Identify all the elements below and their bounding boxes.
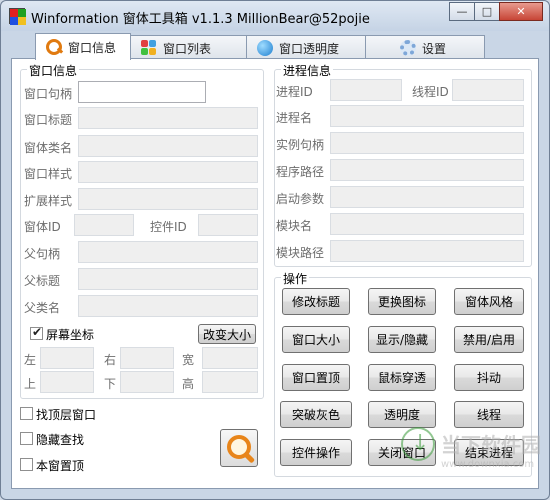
opacity-button[interactable]: 透明度 (368, 401, 436, 428)
tab-label: 窗口透明度 (279, 41, 340, 56)
height-field[interactable] (202, 371, 258, 393)
window-size-button[interactable]: 窗口大小 (282, 326, 350, 353)
tab-label: 窗口信息 (68, 40, 117, 55)
thread-id-label: 线程ID (412, 85, 449, 99)
mouse-through-button[interactable]: 鼠标穿透 (368, 364, 436, 391)
handle-field[interactable] (78, 81, 206, 103)
topmost-label: 本窗置顶 (36, 459, 85, 473)
handle-label: 窗口句柄 (24, 87, 73, 101)
class-name-field[interactable] (78, 135, 258, 157)
app-icon (9, 8, 26, 25)
find-top-window-checkbox[interactable] (20, 407, 33, 420)
parent-handle-label: 父句柄 (24, 247, 61, 261)
change-icon-button[interactable]: 更换图标 (368, 288, 436, 315)
enable-grayed-button[interactable]: 突破灰色 (280, 401, 352, 428)
title-bar[interactable]: Winformation 窗体工具箱 v1.1.3 MillionBear@52… (1, 1, 549, 31)
instance-handle-field[interactable] (330, 132, 524, 154)
startup-args-label: 启动参数 (276, 192, 325, 206)
tab-window-opacity[interactable]: 窗口透明度 (246, 35, 366, 60)
enable-disable-button[interactable]: 禁用/启用 (454, 326, 524, 353)
tab-window-info[interactable]: 窗口信息 (35, 33, 131, 60)
gear-icon (400, 40, 416, 56)
window-style-button[interactable]: 窗体风格 (454, 288, 524, 315)
ex-style-field[interactable] (78, 188, 258, 210)
group-title: 窗口信息 (27, 62, 80, 79)
control-id-field[interactable] (198, 214, 258, 236)
bottom-label: 下 (104, 377, 117, 391)
parent-title-label: 父标题 (24, 274, 61, 288)
window-id-label: 窗体ID (24, 220, 61, 234)
topmost-checkbox[interactable] (20, 458, 33, 471)
right-field[interactable] (120, 347, 174, 369)
caption-label: 窗口标题 (24, 113, 73, 127)
parent-handle-field[interactable] (78, 241, 258, 263)
program-path-field[interactable] (330, 159, 524, 181)
process-id-label: 进程ID (276, 85, 313, 99)
close-window-button[interactable]: 关闭窗口 (368, 439, 436, 466)
maximize-button[interactable]: □ (474, 2, 500, 21)
module-path-label: 模块路径 (276, 246, 325, 260)
find-top-window-label: 找顶层窗口 (36, 408, 97, 422)
group-title: 操作 (281, 270, 310, 287)
window-topmost-button[interactable]: 窗口置顶 (282, 364, 350, 391)
close-button[interactable]: ✕ (499, 2, 543, 21)
resize-button[interactable]: 改变大小 (198, 324, 256, 344)
parent-class-field[interactable] (78, 295, 258, 317)
modify-title-button[interactable]: 修改标题 (282, 288, 350, 315)
find-window-search-icon[interactable] (220, 429, 258, 467)
screen-coords-checkbox[interactable] (30, 325, 43, 340)
right-label: 右 (104, 353, 117, 367)
tab-window-list[interactable]: 窗口列表 (130, 35, 247, 60)
tab-bar: 窗口信息 窗口列表 窗口透明度 设置 (35, 33, 485, 60)
thread-button[interactable]: 线程 (454, 401, 524, 428)
style-label: 窗口样式 (24, 167, 73, 181)
module-name-field[interactable] (330, 213, 524, 235)
process-name-field[interactable] (330, 105, 524, 127)
process-name-label: 进程名 (276, 111, 313, 125)
module-path-field[interactable] (330, 240, 524, 262)
thread-id-field[interactable] (452, 79, 524, 101)
control-operation-button[interactable]: 控件操作 (280, 439, 352, 466)
class-name-label: 窗体类名 (24, 141, 73, 155)
hide-on-find-label: 隐藏查找 (36, 433, 85, 447)
tab-label: 设置 (422, 41, 447, 56)
bottom-field[interactable] (120, 371, 174, 393)
style-field[interactable] (78, 161, 258, 183)
startup-args-field[interactable] (330, 186, 524, 208)
tab-settings[interactable]: 设置 (365, 35, 485, 60)
left-label: 左 (24, 353, 37, 367)
parent-class-label: 父类名 (24, 301, 61, 315)
screen-coords-label: 屏幕坐标 (46, 328, 95, 342)
control-id-label: 控件ID (150, 220, 187, 234)
grid-icon (141, 40, 157, 56)
minimize-button[interactable]: — (449, 2, 475, 21)
window-title: Winformation 窗体工具箱 v1.1.3 MillionBear@52… (31, 12, 370, 27)
window-id-field[interactable] (74, 214, 134, 236)
globe-icon (257, 40, 273, 56)
module-name-label: 模块名 (276, 219, 313, 233)
parent-title-field[interactable] (78, 268, 258, 290)
kill-process-button[interactable]: 结束进程 (454, 439, 524, 466)
hide-on-find-checkbox[interactable] (20, 432, 33, 445)
ex-style-label: 扩展样式 (24, 194, 73, 208)
shake-button[interactable]: 抖动 (454, 364, 524, 391)
top-label: 上 (24, 377, 37, 391)
tab-label: 窗口列表 (163, 41, 212, 56)
show-hide-button[interactable]: 显示/隐藏 (368, 326, 436, 353)
search-icon (46, 39, 62, 55)
width-label: 宽 (182, 353, 195, 367)
program-path-label: 程序路径 (276, 165, 325, 179)
left-field[interactable] (40, 347, 94, 369)
app-window: Winformation 窗体工具箱 v1.1.3 MillionBear@52… (0, 0, 550, 500)
instance-handle-label: 实例句柄 (276, 138, 325, 152)
process-id-field[interactable] (330, 79, 402, 101)
top-field[interactable] (40, 371, 94, 393)
tab-panel: 窗口信息 窗口句柄 窗口标题 窗体类名 窗口样式 扩展样式 窗体ID 控件ID … (11, 58, 539, 489)
height-label: 高 (182, 377, 195, 391)
caption-field[interactable] (78, 107, 258, 129)
width-field[interactable] (202, 347, 258, 369)
group-title: 进程信息 (281, 62, 334, 79)
